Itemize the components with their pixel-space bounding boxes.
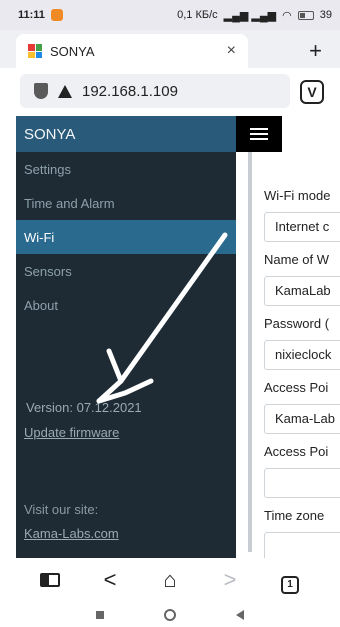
address-row: 192.168.1.109 V: [0, 68, 340, 114]
tab-count: 1: [281, 575, 299, 594]
home-circle-icon[interactable]: [164, 608, 176, 621]
password-input[interactable]: nixieclock: [264, 340, 340, 370]
network-speed: 0,1 КБ/с: [177, 9, 218, 21]
signal-icon: ▂▄▆ ▂▄▆: [223, 9, 277, 22]
close-tab-icon[interactable]: ×: [227, 42, 236, 60]
password-label: Password (: [264, 316, 330, 331]
forward-button[interactable]: >: [212, 567, 248, 593]
timezone-label: Time zone: [264, 508, 325, 523]
app-notification-icon: [50, 9, 63, 21]
status-bar: 11:11 0,1 КБ/с ▂▄▆ ▂▄▆ ◠ 39: [0, 0, 340, 30]
ap-name-label: Access Poi: [264, 380, 329, 395]
battery-icon: [297, 10, 314, 20]
wifi-mode-label: Wi-Fi mode: [264, 188, 331, 203]
shield-icon[interactable]: [34, 83, 48, 99]
site-link[interactable]: Kama-Labs.com: [24, 526, 119, 541]
address-bar[interactable]: 192.168.1.109: [20, 74, 290, 108]
sidebar-item-time-and-alarm[interactable]: Time and Alarm: [16, 186, 236, 220]
wifi-icon: ◠: [282, 9, 292, 22]
browser-toolbar: < ⌂ > 1: [0, 558, 340, 602]
browser-tab-bar: SONYA × +: [0, 30, 340, 68]
web-page: SONYA Settings Time and Alarm Wi-Fi Sens…: [0, 116, 340, 558]
ap-password-input[interactable]: [264, 468, 340, 498]
wifi-name-label: Name of W: [264, 252, 330, 267]
wifi-name-input[interactable]: KamaLab: [264, 276, 340, 306]
favicon-icon: [28, 44, 42, 58]
back-button[interactable]: <: [92, 567, 128, 593]
panel-toggle-button[interactable]: [32, 567, 68, 593]
status-time: 11:11: [18, 9, 45, 21]
timezone-select[interactable]: [264, 532, 340, 558]
system-back-icon[interactable]: [236, 609, 244, 620]
sidebar-brand[interactable]: SONYA: [16, 116, 236, 152]
ap-name-input[interactable]: Kama-Lab: [264, 404, 340, 434]
sidebar-item-settings[interactable]: Settings: [16, 152, 236, 186]
status-right: 0,1 КБ/с ▂▄▆ ▂▄▆ ◠ 39: [177, 9, 332, 22]
update-firmware-link[interactable]: Update firmware: [24, 425, 119, 440]
new-tab-button[interactable]: +: [309, 38, 322, 64]
hamburger-menu-icon[interactable]: [236, 116, 282, 152]
browser-tab[interactable]: SONYA ×: [16, 34, 248, 68]
system-navigation-bar: [0, 602, 340, 627]
url-text: 192.168.1.109: [82, 82, 178, 100]
sidebar-scrollbar[interactable]: [248, 152, 252, 552]
recents-icon[interactable]: [96, 610, 104, 619]
ap-password-label: Access Poi: [264, 444, 329, 459]
panel-icon: [40, 573, 60, 587]
wifi-settings-form: Wi-Fi mode Internet c Name of W KamaLab …: [264, 186, 340, 558]
tab-title: SONYA: [50, 43, 95, 59]
visit-site-label: Visit our site:: [24, 502, 99, 517]
tabs-button[interactable]: 1: [272, 567, 308, 594]
vivaldi-menu-icon[interactable]: V: [300, 80, 324, 104]
annotation-arrow-icon: [96, 232, 228, 404]
wifi-mode-select[interactable]: Internet c: [264, 212, 340, 242]
battery-level: 39: [319, 9, 332, 21]
warning-icon: [58, 84, 72, 98]
home-button[interactable]: ⌂: [152, 567, 188, 593]
